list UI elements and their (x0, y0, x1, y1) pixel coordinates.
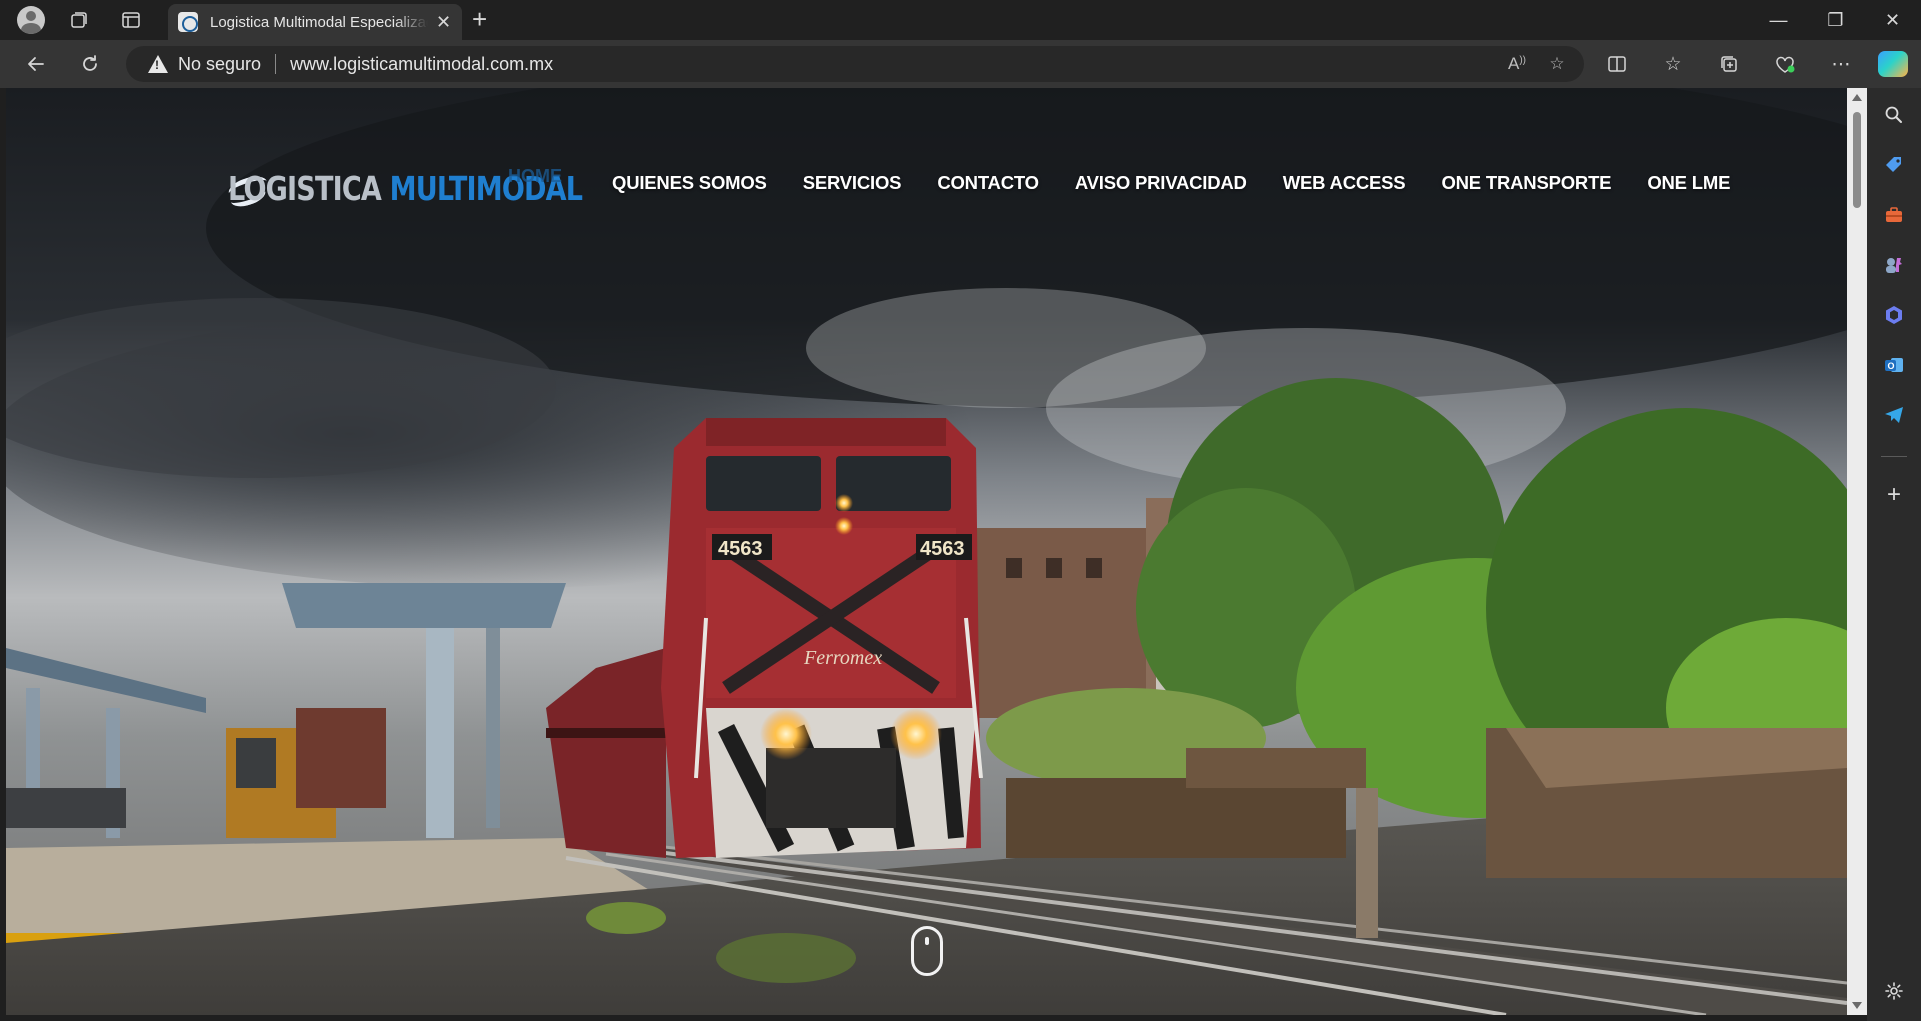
read-aloud-icon[interactable]: A)) (1504, 52, 1530, 76)
main-menu: QUIENES SOMOS SERVICIOS CONTACTO AVISO P… (594, 172, 1748, 194)
locomotive-number-right: 4563 (920, 538, 965, 560)
menu-item-one-lme[interactable]: ONE LME (1629, 172, 1748, 194)
menu-item-servicios[interactable]: SERVICIOS (785, 172, 920, 194)
refresh-button[interactable] (74, 50, 106, 78)
games-icon[interactable] (1881, 252, 1907, 278)
close-tab-icon[interactable]: ✕ (436, 12, 451, 33)
scroll-down-mouse-icon[interactable] (911, 926, 943, 976)
page-scrollbar[interactable] (1847, 88, 1867, 1015)
edge-sidebar: O + (1867, 88, 1921, 1021)
tab-title: Logistica Multimodal Especializada (210, 13, 428, 31)
menu-item-quienes-somos[interactable]: QUIENES SOMOS (594, 172, 785, 194)
profile-avatar[interactable] (12, 4, 50, 36)
svg-text:O: O (1888, 361, 1895, 371)
menu-item-one-transporte[interactable]: ONE TRANSPORTE (1423, 172, 1629, 194)
menu-item-contacto[interactable]: CONTACTO (919, 172, 1057, 194)
microsoft-365-icon[interactable] (1881, 302, 1907, 328)
more-icon[interactable]: ⋯ (1822, 48, 1860, 80)
workspaces-icon[interactable] (60, 4, 98, 36)
refresh-icon (83, 55, 97, 71)
security-status[interactable]: No seguro (178, 54, 261, 75)
sidebar-divider (1881, 456, 1907, 457)
url-text[interactable]: www.logisticamultimodal.com.mx (290, 54, 553, 75)
browser-toolbar: No seguro www.logisticamultimodal.com.mx… (0, 40, 1921, 88)
copilot-icon[interactable] (1878, 51, 1908, 77)
back-button[interactable] (20, 50, 52, 78)
shopping-tag-icon[interactable] (1881, 152, 1907, 178)
menu-item-web-access[interactable]: WEB ACCESS (1265, 172, 1424, 194)
site-header: LOGISTICA MULTIMODAL HOME QUIENES SOMOS … (6, 156, 1847, 216)
vertical-tabs-icon[interactable] (112, 4, 150, 36)
avatar-icon (17, 6, 45, 34)
telegram-icon[interactable] (1881, 402, 1907, 428)
search-icon[interactable] (1881, 102, 1907, 128)
outlook-icon[interactable]: O (1881, 352, 1907, 378)
locomotive-number-left: 4563 (718, 538, 763, 560)
scroll-down-arrow-icon[interactable] (1852, 1002, 1862, 1009)
menu-item-aviso-privacidad[interactable]: AVISO PRIVACIDAD (1057, 172, 1265, 194)
heart-pulse-icon[interactable] (1766, 48, 1804, 80)
menu-item-home[interactable]: HOME (508, 166, 562, 187)
toolbar-actions: ☆ ⋯ (1598, 48, 1860, 80)
collections-icon[interactable] (1710, 48, 1748, 80)
scroll-thumb[interactable] (1853, 112, 1861, 208)
scroll-up-arrow-icon[interactable] (1852, 94, 1862, 101)
page-viewport: 4563 4563 Ferromex LOGISTICA MULTIMODAL (6, 88, 1847, 1015)
hero-train-image: 4563 4563 Ferromex (6, 88, 1847, 1015)
settings-icon[interactable] (1881, 978, 1907, 1004)
close-window-button[interactable]: ✕ (1864, 0, 1921, 40)
logo-word-1: LOGISTICA (228, 168, 382, 208)
star-icon[interactable]: ☆ (1544, 52, 1570, 76)
site-favicon-icon (178, 12, 198, 32)
active-tab[interactable]: Logistica Multimodal Especializada ✕ (168, 4, 462, 40)
restore-button[interactable]: ❐ (1807, 0, 1864, 40)
address-separator (275, 54, 277, 74)
add-icon[interactable]: + (1881, 481, 1907, 508)
split-screen-icon[interactable] (1598, 48, 1636, 80)
address-bar[interactable]: No seguro www.logisticamultimodal.com.mx… (126, 46, 1584, 82)
arrow-left-icon (28, 57, 44, 71)
warning-icon[interactable] (148, 55, 168, 73)
minimize-button[interactable]: — (1750, 0, 1807, 40)
browser-tab-bar: Logistica Multimodal Especializada ✕ + —… (0, 0, 1921, 40)
window-controls: — ❐ ✕ (1750, 0, 1921, 40)
new-tab-button[interactable]: + (472, 4, 487, 35)
favorites-icon[interactable]: ☆ (1654, 48, 1692, 80)
locomotive-brand: Ferromex (803, 647, 882, 669)
tools-icon[interactable] (1881, 202, 1907, 228)
